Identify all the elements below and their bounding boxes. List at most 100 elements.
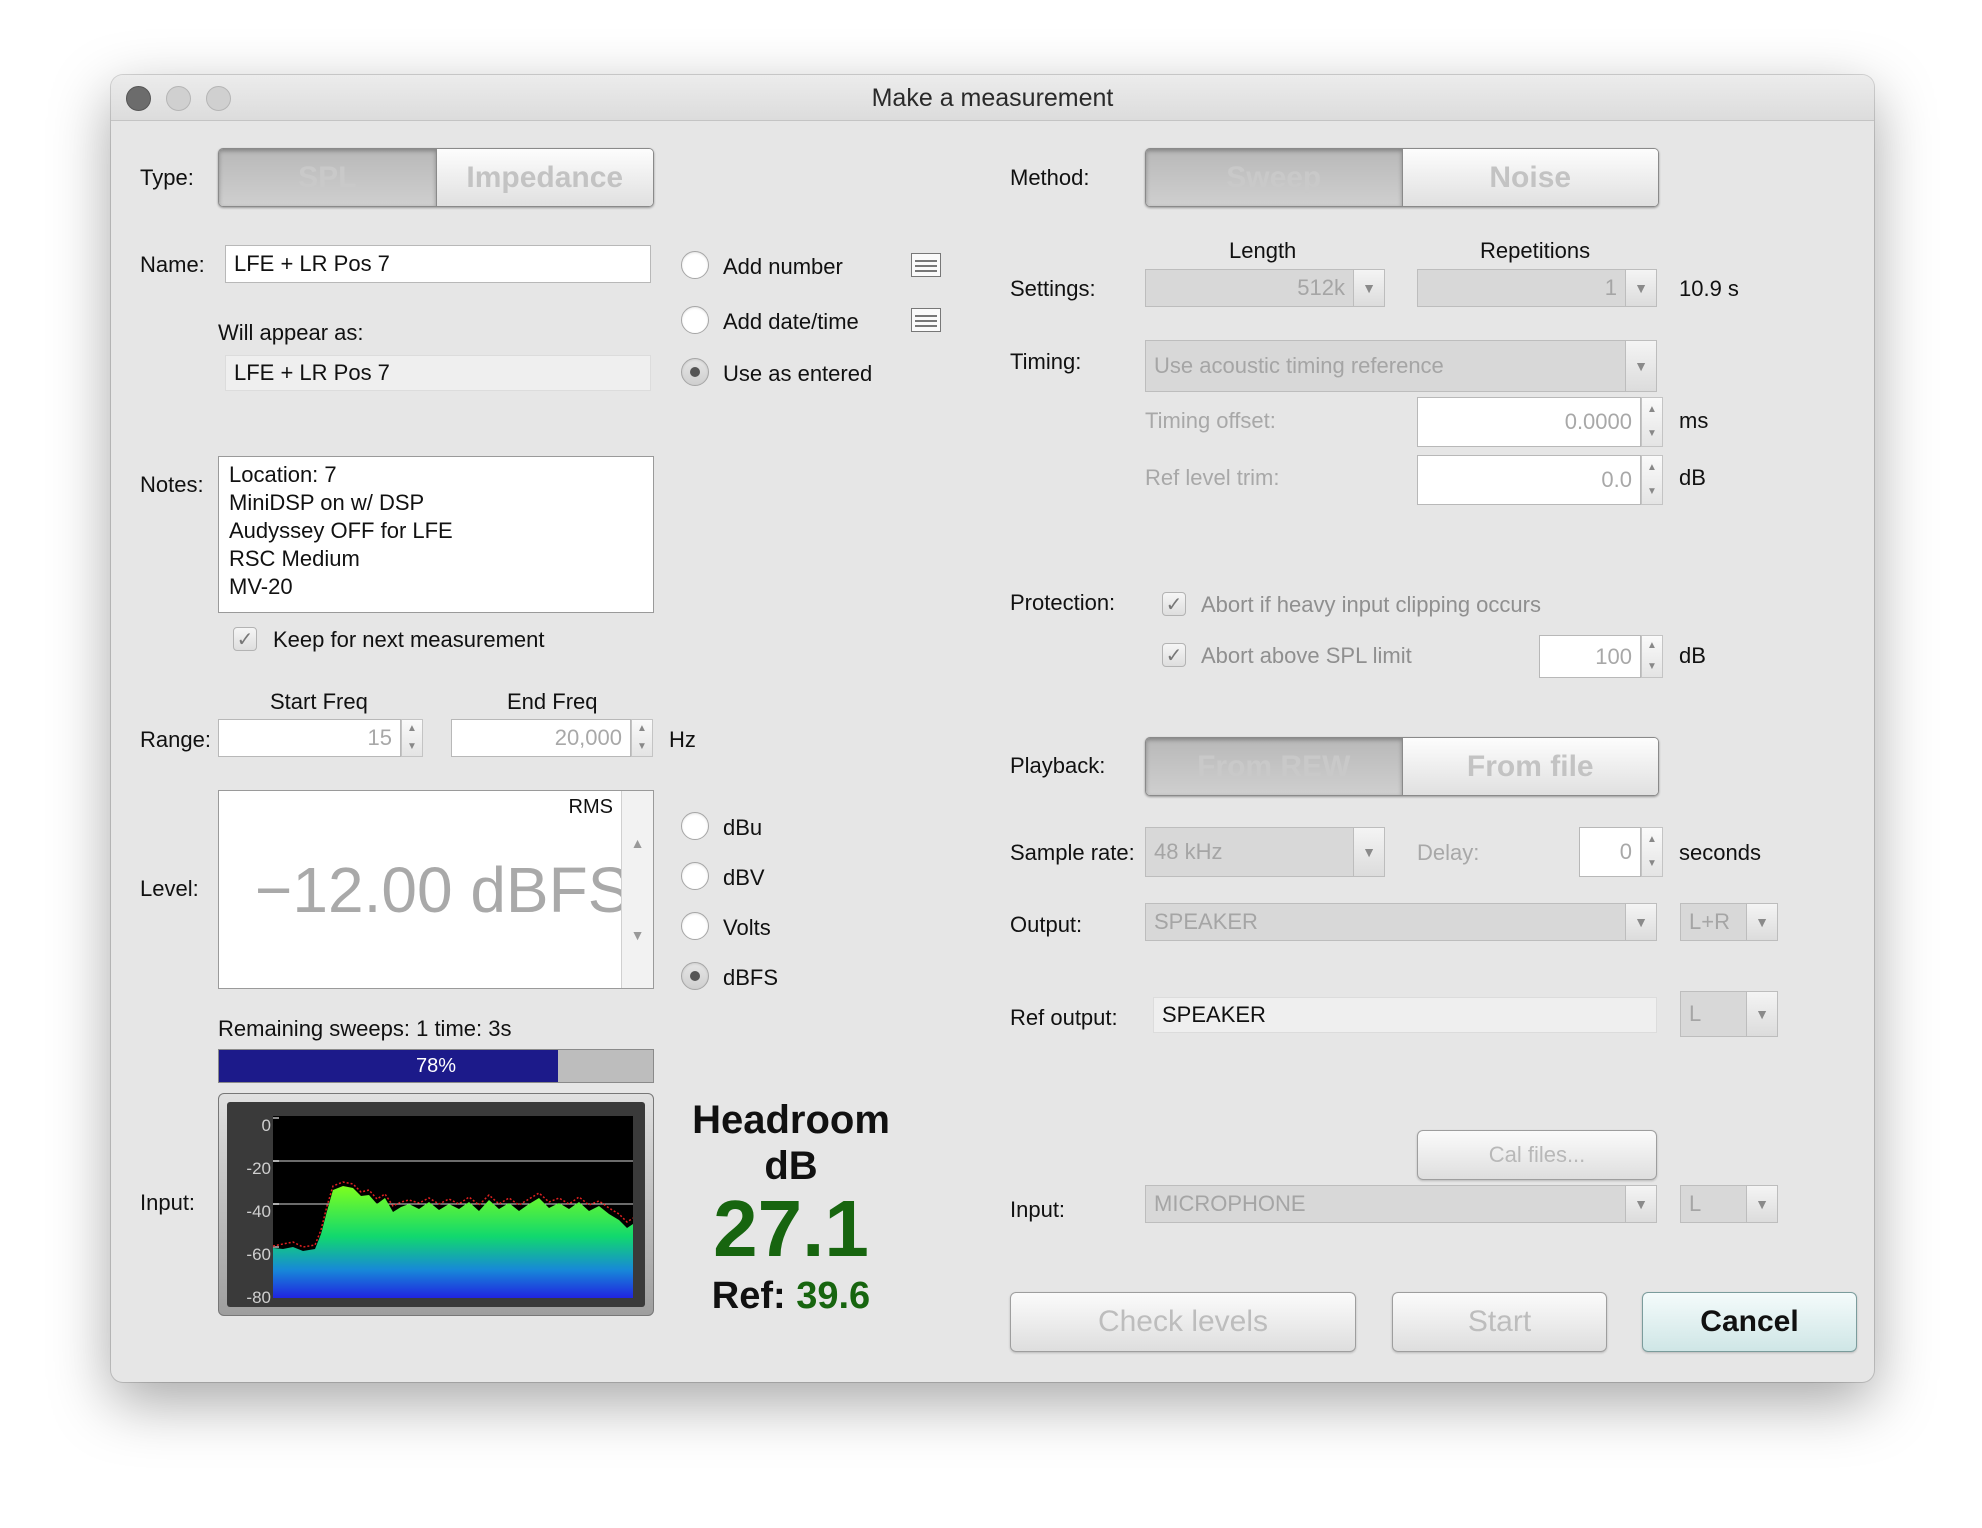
volts-radio[interactable]: [681, 912, 709, 940]
output-channel-select[interactable]: L+R ▼: [1680, 903, 1778, 941]
level-display[interactable]: RMS −12.00 dBFS ▲ ▼: [218, 790, 654, 989]
delay-stepper[interactable]: ▲ ▼: [1641, 827, 1663, 877]
appear-label: Will appear as:: [218, 320, 364, 345]
notes-line: Audyssey OFF for LFE: [229, 518, 453, 543]
rms-label: RMS: [568, 796, 613, 818]
add-datetime-radio[interactable]: [681, 306, 709, 334]
check-levels-button[interactable]: Check levels: [1010, 1292, 1356, 1352]
number-format-icon[interactable]: [911, 253, 941, 277]
datetime-format-icon[interactable]: [911, 308, 941, 332]
start-button[interactable]: Start: [1392, 1292, 1607, 1352]
abort-spl-label: Abort above SPL limit: [1201, 643, 1412, 668]
ref-trim-input[interactable]: 0.0: [1417, 455, 1641, 505]
output-label: Output:: [1010, 912, 1083, 937]
title-bar: Make a measurement: [111, 75, 1874, 121]
input-device-select[interactable]: MICROPHONE ▼: [1145, 1185, 1657, 1223]
progress-text: 78%: [415, 1055, 457, 1077]
input-device-label: Input:: [1010, 1197, 1066, 1222]
timing-offset-input[interactable]: 0.0000: [1417, 397, 1641, 447]
type-spl-segment[interactable]: SPL: [219, 149, 436, 206]
dbu-radio[interactable]: [681, 812, 709, 840]
ref-trim-stepper[interactable]: ▲ ▼: [1641, 455, 1663, 505]
ref-headroom: Ref: 39.6: [671, 1275, 911, 1318]
protection-label: Protection:: [1010, 590, 1116, 615]
notes-line: MV-20: [229, 574, 293, 599]
end-freq-stepper[interactable]: ▲ ▼: [631, 719, 653, 757]
length-select[interactable]: 512k ▼: [1145, 269, 1385, 307]
type-impedance-segment[interactable]: Impedance: [435, 149, 653, 206]
meter-tick-label: -80: [246, 1288, 271, 1307]
type-label: Type:: [140, 165, 194, 190]
meter-tick-label: -40: [246, 1202, 271, 1221]
scroll-up-icon[interactable]: ▲: [622, 835, 653, 851]
add-datetime-label: Add date/time: [723, 309, 859, 334]
abort-spl-checkbox[interactable]: ✓: [1162, 643, 1186, 667]
spl-limit-input[interactable]: 100: [1539, 635, 1641, 678]
input-channel-select[interactable]: L ▼: [1680, 1185, 1778, 1223]
timing-offset-stepper[interactable]: ▲ ▼: [1641, 397, 1663, 447]
cancel-button[interactable]: Cancel: [1642, 1292, 1857, 1352]
sample-rate-select[interactable]: 48 kHz ▼: [1145, 827, 1385, 877]
length-value: 512k: [1297, 275, 1345, 300]
dbu-label: dBu: [723, 815, 763, 840]
ms-unit: ms: [1679, 408, 1709, 433]
headroom-value: 27.1: [713, 1184, 869, 1273]
chevron-down-icon[interactable]: ▼: [1625, 1186, 1656, 1222]
level-scrollbar[interactable]: ▲ ▼: [621, 791, 653, 988]
playback-file-segment[interactable]: From file: [1401, 738, 1658, 795]
scroll-down-icon[interactable]: ▼: [622, 927, 653, 943]
method-noise-segment[interactable]: Noise: [1401, 149, 1658, 206]
chevron-down-icon[interactable]: ▼: [1746, 904, 1777, 940]
notes-line: MiniDSP on w/ DSP: [229, 490, 425, 515]
use-as-entered-radio[interactable]: [681, 358, 709, 386]
chevron-down-icon[interactable]: ▼: [1353, 270, 1384, 306]
notes-label: Notes:: [140, 472, 204, 497]
length-label: Length: [1229, 238, 1297, 263]
level-label: Level:: [140, 876, 199, 901]
meter-tick-label: 0: [261, 1116, 271, 1135]
sample-rate-value: 48 kHz: [1154, 839, 1223, 864]
abort-clipping-checkbox[interactable]: ✓: [1162, 592, 1186, 616]
method-sweep-segment[interactable]: Sweep: [1146, 149, 1402, 206]
method-segmented-control[interactable]: Sweep Noise: [1145, 148, 1659, 207]
input-level-label: Input:: [140, 1190, 196, 1215]
level-value: −12.00 dBFS: [255, 854, 631, 926]
keep-notes-checkbox[interactable]: ✓: [233, 627, 257, 651]
chevron-down-icon[interactable]: ▼: [1625, 904, 1656, 940]
ref-output-channel-select[interactable]: L ▼: [1680, 991, 1778, 1037]
spl-limit-stepper[interactable]: ▲ ▼: [1641, 635, 1663, 678]
dbv-radio[interactable]: [681, 862, 709, 890]
chevron-down-icon[interactable]: ▼: [1625, 341, 1656, 391]
delay-input[interactable]: 0: [1579, 827, 1641, 877]
type-segmented-control[interactable]: SPL Impedance: [218, 148, 654, 207]
playback-segmented-control[interactable]: From REW From file: [1145, 737, 1659, 796]
chevron-down-icon[interactable]: ▼: [1746, 1186, 1777, 1222]
timing-select[interactable]: Use acoustic timing reference ▼: [1145, 340, 1657, 392]
ref-label: Ref:: [711, 1275, 786, 1317]
range-label: Range:: [140, 727, 211, 752]
output-select[interactable]: SPEAKER ▼: [1145, 903, 1657, 941]
chevron-down-icon[interactable]: ▼: [1353, 828, 1384, 876]
start-freq-input[interactable]: 15: [218, 719, 401, 757]
add-number-radio[interactable]: [681, 251, 709, 279]
sample-rate-label: Sample rate:: [1010, 840, 1135, 865]
end-freq-label: End Freq: [507, 689, 598, 714]
chevron-down-icon[interactable]: ▼: [1746, 992, 1777, 1036]
notes-textarea[interactable]: Location: 7 MiniDSP on w/ DSP Audyssey O…: [218, 456, 654, 613]
repetitions-select[interactable]: 1 ▼: [1417, 269, 1657, 307]
remaining-sweeps-text: Remaining sweeps: 1 time: 3s: [218, 1016, 512, 1041]
end-freq-input[interactable]: 20,000: [451, 719, 631, 757]
name-input[interactable]: LFE + LR Pos 7: [225, 245, 651, 283]
ref-output-channel-value: L: [1689, 1001, 1702, 1026]
start-freq-stepper[interactable]: ▲ ▼: [401, 719, 423, 757]
dbfs-radio[interactable]: [681, 962, 709, 990]
meter-tick-label: -60: [246, 1245, 271, 1264]
headroom-title-line: Headroom: [692, 1098, 890, 1142]
cal-files-button[interactable]: Cal files...: [1417, 1130, 1657, 1180]
ref-value: 39.6: [796, 1275, 871, 1317]
ref-trim-label: Ref level trim:: [1145, 465, 1280, 490]
playback-rew-segment[interactable]: From REW: [1146, 738, 1402, 795]
spl-db-unit: dB: [1679, 643, 1706, 668]
settings-label: Settings:: [1010, 276, 1096, 301]
chevron-down-icon[interactable]: ▼: [1625, 270, 1656, 306]
